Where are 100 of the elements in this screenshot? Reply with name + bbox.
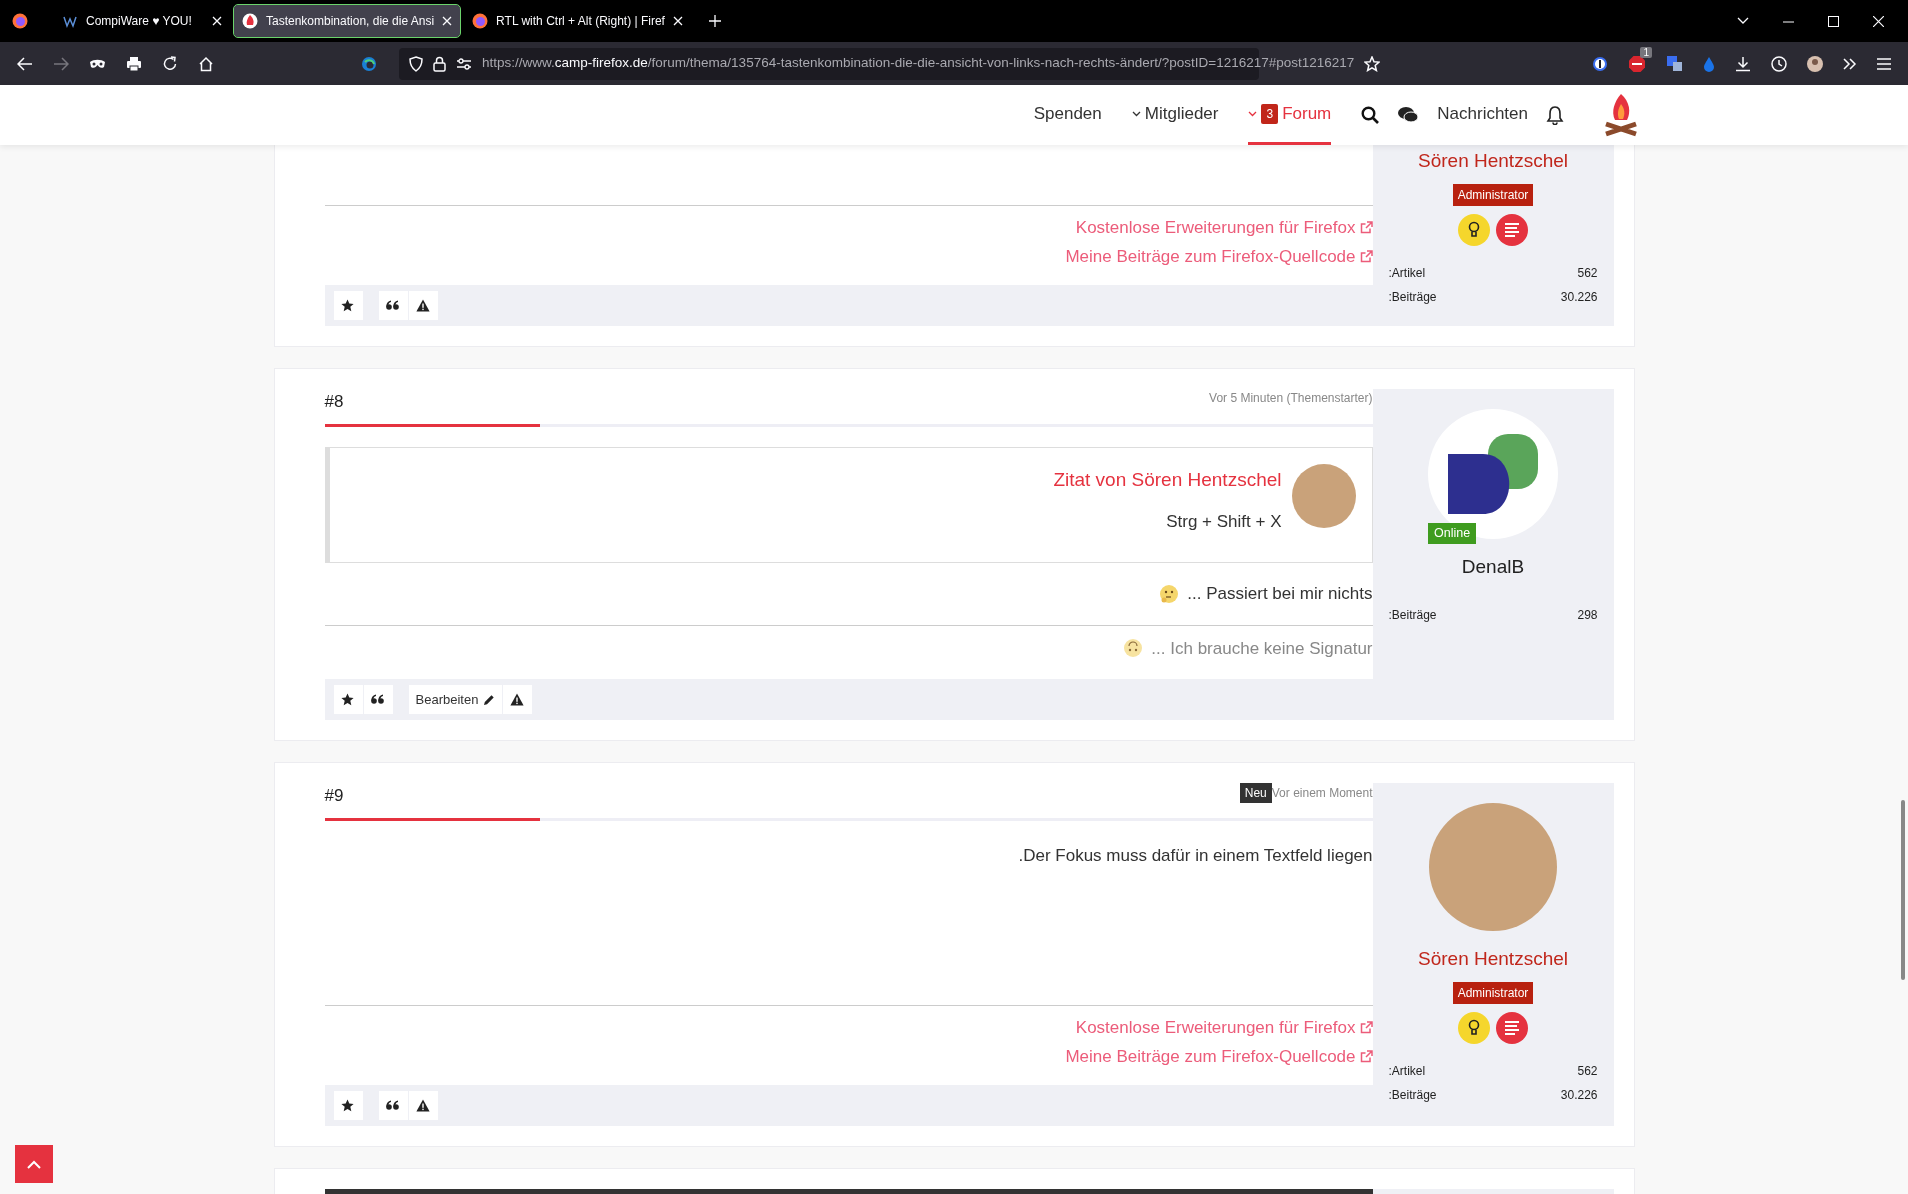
close-icon[interactable] <box>442 16 453 26</box>
stat-value: 562 <box>1577 264 1598 282</box>
chevron-down-icon <box>1248 110 1258 117</box>
quote-button[interactable] <box>363 685 393 714</box>
pencil-icon <box>483 693 496 706</box>
lock-icon[interactable] <box>433 55 446 72</box>
password-manager-icon[interactable] <box>1592 55 1608 72</box>
like-button[interactable] <box>333 291 363 320</box>
stat-label: :Artikel <box>1388 264 1426 282</box>
quote-icon <box>385 1100 399 1111</box>
history-icon[interactable] <box>1771 55 1787 72</box>
like-button[interactable] <box>333 685 363 714</box>
quote-title[interactable]: Zitat von Sören Hentzschel <box>1053 466 1282 495</box>
star-icon <box>340 1099 354 1112</box>
stat-value: 298 <box>1577 606 1598 624</box>
profile-avatar-icon[interactable] <box>1807 55 1823 72</box>
avatar-logo-icon <box>1428 409 1558 539</box>
close-icon[interactable] <box>672 16 683 26</box>
home-icon[interactable] <box>198 55 214 72</box>
shield-icon[interactable] <box>409 55 423 72</box>
bell-icon[interactable] <box>1546 105 1564 125</box>
star-icon <box>340 693 354 706</box>
url-text[interactable]: https://www.camp-firefox.de/forum/thema/135764-tastenkombination-die-die-ansicht-von-links-nach-rechts-ändert/?postID=1216217#post1216217 <box>482 53 1355 74</box>
role-badge: Administrator <box>1452 981 1534 1004</box>
upside-down-face-icon <box>1123 638 1144 659</box>
browser-tab[interactable]: Tastenkombination, die die Ansi <box>234 5 461 37</box>
quote-icon <box>370 694 384 705</box>
warning-icon <box>415 299 430 312</box>
author-name[interactable]: DenalB <box>1461 553 1525 582</box>
search-icon[interactable] <box>1361 106 1380 124</box>
printer-icon[interactable] <box>126 55 142 72</box>
list-badge-icon <box>1496 1011 1528 1044</box>
edit-button[interactable]: Bearbeiten <box>408 685 503 714</box>
report-button[interactable] <box>408 291 438 320</box>
water-drop-icon[interactable] <box>1703 55 1715 72</box>
stat-label: :Artikel <box>1388 1062 1426 1080</box>
author-name[interactable]: Sören Hentzschel <box>1418 147 1568 176</box>
firefox-icon <box>12 13 28 29</box>
browser-tab[interactable]: RTL with Ctrl + Alt (Right) | Firef <box>464 5 691 37</box>
chevron-down-icon[interactable] <box>1737 17 1749 25</box>
post-time[interactable]: Vor 5 Minuten (Themenstarter) <box>1209 389 1373 407</box>
forward-arrow-icon[interactable] <box>53 56 69 71</box>
bookmark-star-icon[interactable] <box>1364 55 1381 72</box>
browser-tab[interactable]: CompiWare ♥ YOU! <box>54 5 230 37</box>
post-time[interactable]: Vor einem Moment <box>1271 784 1373 802</box>
scrollbar-thumb[interactable] <box>1901 800 1905 980</box>
chat-bubbles-icon[interactable] <box>1397 106 1420 124</box>
chevron-down-icon <box>1131 110 1141 117</box>
maximize-icon[interactable] <box>1828 15 1839 27</box>
report-button[interactable] <box>408 1091 438 1120</box>
online-badge: Online <box>1428 523 1477 544</box>
like-button[interactable] <box>333 1091 363 1120</box>
back-arrow-icon[interactable] <box>17 56 33 71</box>
author-name[interactable]: Sören Hentzschel <box>1418 945 1568 974</box>
nav-link[interactable]: Nachrichten <box>1437 85 1528 145</box>
external-link-icon <box>1359 221 1373 235</box>
warning-icon <box>415 1099 430 1112</box>
menu-icon[interactable] <box>1877 57 1891 70</box>
stat-value: 30.226 <box>1560 1086 1598 1104</box>
quote-icon <box>385 300 399 311</box>
stop-sign-icon[interactable] <box>1628 54 1646 73</box>
warning-icon <box>510 693 525 706</box>
quote-button[interactable] <box>378 1091 408 1120</box>
flame-icon <box>242 13 258 29</box>
mask-icon[interactable] <box>89 58 106 69</box>
stat-label: :Beiträge <box>1388 288 1437 306</box>
lightbulb-badge-icon <box>1458 1011 1490 1044</box>
sliders-icon[interactable] <box>456 57 472 70</box>
post-text: .Der Fokus muss dafür in einem Textfeld liegen <box>1018 845 1373 867</box>
close-icon[interactable] <box>1873 15 1884 27</box>
post-text: ... Passiert bei mir nichts <box>1187 583 1373 605</box>
double-chevron-icon[interactable] <box>1843 57 1857 70</box>
stat-value: 562 <box>1577 1062 1598 1080</box>
scroll-to-top-button[interactable] <box>15 1145 53 1183</box>
quote-button[interactable] <box>378 291 408 320</box>
star-icon <box>340 299 354 312</box>
lightbulb-badge-icon <box>1458 213 1490 246</box>
new-badge: Neu <box>1239 783 1272 803</box>
post-number[interactable]: #8 <box>324 389 344 415</box>
list-badge-icon <box>1496 213 1528 246</box>
nav-link[interactable]: Mitglieder <box>1131 85 1219 145</box>
external-link-icon <box>1359 249 1373 263</box>
report-button[interactable] <box>503 685 533 714</box>
edge-logo-icon[interactable] <box>361 55 377 72</box>
signature-text: ... Ich brauche keine Signatur <box>1151 637 1373 660</box>
new-tab-icon[interactable] <box>708 15 721 27</box>
reload-icon[interactable] <box>162 55 178 72</box>
quote-text: Strg + Shift + X <box>1166 510 1282 533</box>
campfire-logo-icon[interactable] <box>1604 92 1638 138</box>
role-badge: Administrator <box>1452 183 1534 206</box>
nav-link[interactable]: Spenden <box>1033 85 1102 145</box>
close-icon[interactable] <box>212 16 222 26</box>
download-icon[interactable] <box>1735 55 1751 72</box>
chevron-up-icon <box>27 1159 41 1169</box>
post-number[interactable]: #9 <box>324 783 344 809</box>
thinking-face-icon <box>1159 583 1180 604</box>
stat-label: :Beiträge <box>1388 1086 1437 1104</box>
translate-icon[interactable] <box>1666 55 1683 72</box>
stat-value: 30.226 <box>1560 288 1598 306</box>
external-link-icon <box>1359 1021 1373 1035</box>
